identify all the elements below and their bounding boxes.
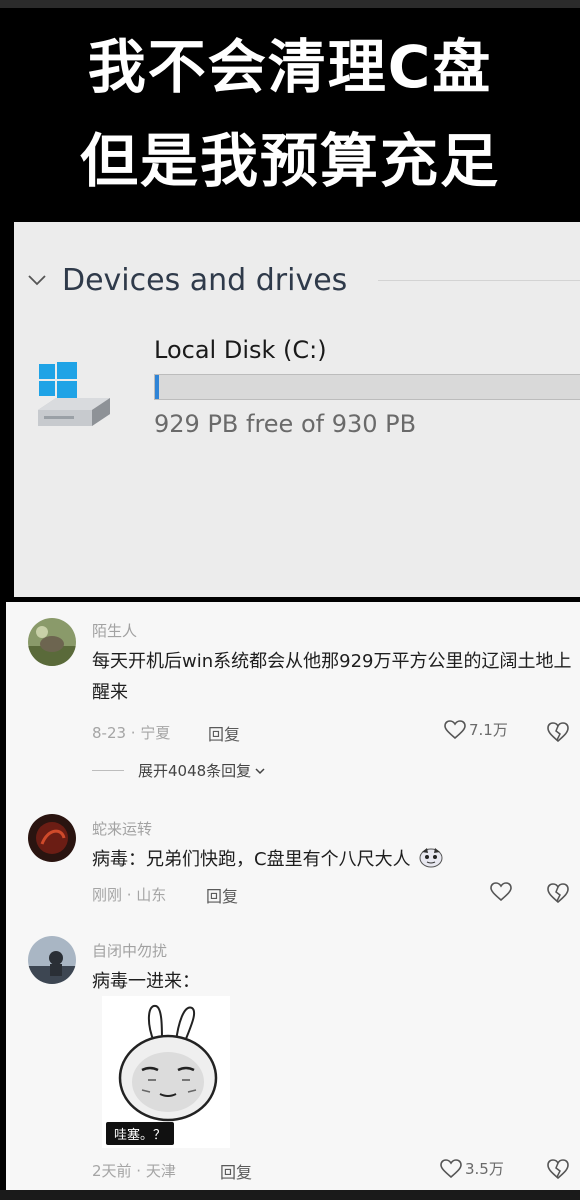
heart-icon [490,882,512,902]
comment-text: 病毒一进来： [92,971,200,992]
avatar-image-icon [28,814,76,862]
username[interactable]: 蛇来运转 [92,818,152,839]
avatar[interactable] [28,618,76,666]
heart-icon [444,719,466,739]
meme-title-line-1: 我不会清理C盘 [87,33,493,101]
drive-usage-bar [154,374,580,400]
like-button[interactable] [490,882,512,902]
meme-caption: 哇塞。？ [106,1122,175,1145]
expand-dash [92,770,124,771]
like-count: 7.1万 [469,721,508,739]
comment-text: 每天开机后win系统都会从他那929万平方公里的辽阔土地上醒来 [92,651,572,703]
avatar[interactable] [28,814,76,862]
drive-icon[interactable] [34,358,114,438]
chevron-down-icon [255,767,265,774]
expand-replies[interactable]: 展开4048条回复 [92,760,266,781]
emoji-face-icon [419,848,443,868]
top-bar [0,0,580,8]
avatar[interactable] [28,936,76,984]
avatar-image-icon [28,618,76,666]
reply-button[interactable]: 回复 [206,883,238,907]
explorer-panel: Devices and drives Local Disk (C:) 929 P… [14,222,580,597]
meme-sticker-image[interactable]: 哇塞。？ [102,996,230,1148]
comment-date-location: 刚刚 · 山东 [92,886,167,904]
broken-heart-icon[interactable] [546,882,570,904]
devices-section-header[interactable]: Devices and drives [26,260,347,300]
comment-text-content: 病毒：兄弟们快跑，C盘里有个八尺大人 [92,849,411,870]
drive-usage-fill [155,375,159,399]
reply-button[interactable]: 回复 [220,1159,252,1183]
meme-title: 我不会清理C盘 但是我预算充足 [0,20,580,208]
drive-free-space: 929 PB free of 930 PB [154,410,417,438]
bottom-bar [0,1190,580,1200]
like-button[interactable]: 7.1万 [444,719,508,740]
section-title: Devices and drives [62,262,348,298]
chevron-down-icon[interactable] [26,269,48,291]
username[interactable]: 自闭中勿扰 [92,940,167,961]
drive-name[interactable]: Local Disk (C:) [154,336,327,364]
comment-date-location: 2天前 · 天津 [92,1162,176,1180]
broken-heart-icon[interactable] [546,1158,570,1180]
broken-heart-icon[interactable] [546,721,570,743]
section-divider [378,280,580,281]
reply-button[interactable]: 回复 [208,721,240,745]
meme-title-line-2: 但是我预算充足 [79,127,500,195]
comment-text: 病毒：兄弟们快跑，C盘里有个八尺大人 [92,844,572,875]
like-button[interactable]: 3.5万 [440,1158,504,1179]
comment-date-location: 8-23 · 宁夏 [92,724,171,742]
expand-replies-label[interactable]: 展开4048条回复 [138,760,251,781]
comment-section: 陌生人 每天开机后win系统都会从他那929万平方公里的辽阔土地上醒来 8-23… [6,602,580,1190]
heart-icon [440,1158,462,1178]
username[interactable]: 陌生人 [92,620,137,641]
avatar-image-icon [28,936,76,984]
like-count: 3.5万 [465,1160,504,1178]
